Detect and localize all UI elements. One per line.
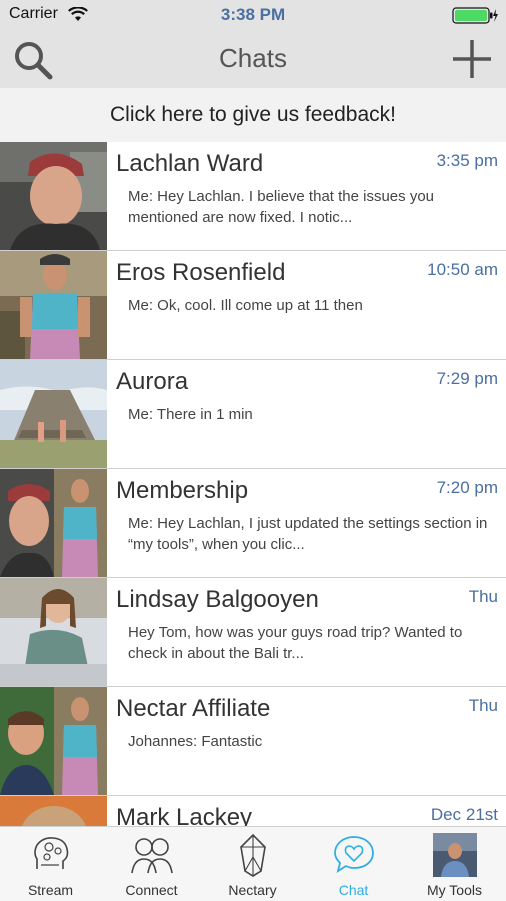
chat-row-lindsay-balgooyen[interactable]: Lindsay Balgooyen Thu Hey Tom, how was y… (0, 578, 506, 687)
chat-row-lachlan-ward[interactable]: Lachlan Ward 3:35 pm Me: Hey Lachlan. I … (0, 142, 506, 251)
chat-time: 10:50 am (427, 260, 498, 279)
avatar (0, 142, 107, 250)
chat-name: Lindsay Balgooyen (116, 586, 319, 613)
chat-row-mark-lackey[interactable]: Mark Lackey Dec 21st (0, 796, 506, 826)
avatar (0, 578, 107, 686)
heart-chat-icon (334, 836, 374, 873)
avatar (0, 687, 107, 795)
tab-label: Chat (338, 882, 369, 898)
tab-label: Stream (27, 882, 74, 898)
chat-row-aurora[interactable]: Aurora 7:29 pm Me: There in 1 min (0, 360, 506, 469)
chat-time: 3:35 pm (436, 151, 498, 170)
chat-preview: Me: Ok, cool. Ill come up at 11 then (128, 297, 363, 314)
chat-preview: Me: Hey Lachlan. I believe that the issu… (128, 188, 435, 226)
avatar (0, 796, 107, 826)
avatar (0, 251, 107, 359)
chat-name: Mark Lackey (116, 804, 253, 826)
chat-row-membership[interactable]: Membership 7:20 pm Me: Hey Lachlan, I ju… (0, 469, 506, 578)
battery-charging-icon (452, 7, 498, 24)
tab-stream[interactable]: Stream (0, 827, 101, 901)
tab-connect[interactable]: Connect (101, 827, 202, 901)
chat-name: Aurora (116, 368, 189, 395)
people-icon (131, 838, 173, 874)
clock: 3:38 PM (220, 5, 286, 24)
tab-my-tools[interactable]: My Tools (404, 827, 505, 901)
status-bar: Carrier 3:38 PM (0, 0, 506, 30)
chat-preview: Me: Hey Lachlan, I just updated the sett… (128, 515, 488, 553)
chat-name: Lachlan Ward (116, 150, 264, 177)
crystal-icon (240, 833, 266, 877)
chat-time: Thu (468, 696, 498, 715)
chat-name: Nectar Affiliate (116, 695, 271, 722)
chat-preview: Hey Tom, how was your guys road trip? Wa… (128, 624, 463, 662)
chat-row-nectar-affiliate[interactable]: Nectar Affiliate Thu Johannes: Fantastic (0, 687, 506, 796)
avatar (0, 469, 107, 577)
brain-icon (34, 837, 69, 869)
nav-bar: Chats (0, 30, 506, 88)
chat-time: 7:29 pm (436, 369, 498, 388)
tab-chat[interactable]: Chat (303, 827, 404, 901)
chat-preview: Me: There in 1 min (128, 406, 253, 423)
tab-bar: Stream Connect Nectary Chat My Tools (0, 826, 506, 901)
tab-nectary[interactable]: Nectary (202, 827, 303, 901)
tab-label: Connect (125, 882, 178, 898)
page-title: Chats (219, 43, 287, 73)
tab-label: My Tools (427, 882, 482, 898)
chat-time: Dec 21st (430, 805, 498, 824)
chat-name: Membership (116, 477, 249, 504)
chat-time: 7:20 pm (436, 478, 498, 497)
chat-preview: Johannes: Fantastic (128, 733, 263, 750)
tab-label: Nectary (228, 882, 277, 898)
profile-photo-icon (433, 833, 477, 877)
new-chat-plus-icon[interactable] (450, 37, 494, 81)
chat-row-eros-rosenfield[interactable]: Eros Rosenfield 10:50 am Me: Ok, cool. I… (0, 251, 506, 360)
chat-name: Eros Rosenfield (116, 259, 286, 286)
feedback-banner[interactable]: Click here to give us feedback! (0, 88, 506, 142)
avatar (0, 360, 107, 468)
chat-list: Lachlan Ward 3:35 pm Me: Hey Lachlan. I … (0, 142, 506, 826)
chat-time: Thu (468, 587, 498, 606)
